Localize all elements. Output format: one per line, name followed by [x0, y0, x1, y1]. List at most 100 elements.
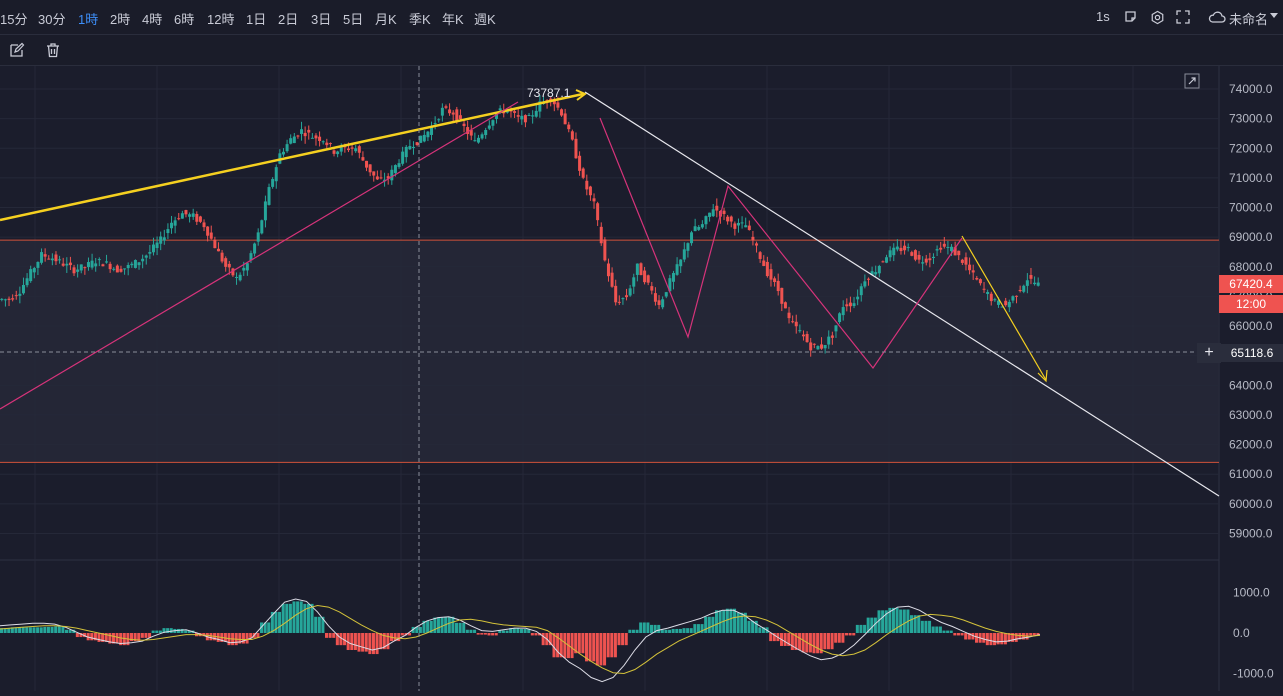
- macd-bar: [707, 616, 711, 633]
- candle-body: [83, 267, 87, 269]
- macd-bar: [881, 610, 885, 633]
- candle-body: [105, 261, 109, 263]
- candle-body: [303, 132, 307, 137]
- candle-body: [834, 325, 838, 332]
- candle-body: [455, 109, 459, 122]
- candle-body: [354, 148, 358, 152]
- macd-bar: [798, 633, 802, 651]
- candle-body: [957, 250, 961, 256]
- candle-body: [877, 265, 881, 274]
- timeframe-tab-9[interactable]: 3日: [311, 9, 331, 28]
- candle-body: [76, 269, 80, 272]
- candle-body: [397, 163, 401, 167]
- macd-bar: [989, 633, 993, 646]
- macd-bar: [920, 620, 924, 633]
- candle-body: [776, 280, 780, 292]
- candle-body: [700, 224, 704, 228]
- macd-bar: [834, 633, 838, 643]
- macd-bar: [624, 633, 628, 646]
- macd-bar: [964, 633, 968, 640]
- candle-body: [58, 259, 62, 261]
- candle-body: [170, 222, 174, 229]
- candle-body: [148, 251, 152, 254]
- price-chart[interactable]: 74000.0 73000.0 72000.0 71000.0 70000.0 69000…: [0, 66, 1283, 691]
- timeframe-tab-1[interactable]: 30分: [38, 9, 65, 28]
- macd-bar: [97, 633, 101, 642]
- price-tick-label: 72000.0: [1229, 141, 1273, 155]
- macd-bar: [184, 630, 188, 633]
- candle-body: [942, 243, 946, 247]
- candle-body: [621, 298, 625, 300]
- timeframe-tab-2[interactable]: 1時: [78, 9, 98, 28]
- fullscreen-icon[interactable]: [1174, 8, 1192, 26]
- interval-selector[interactable]: 1s: [1096, 9, 1110, 24]
- timeframe-tab-0[interactable]: 15分: [0, 9, 27, 28]
- screenshot-icon[interactable]: [1122, 8, 1140, 26]
- candle-body: [393, 165, 397, 174]
- candle-body: [704, 216, 708, 225]
- peak-price-label: 73787.1: [527, 86, 571, 100]
- macd-bar: [563, 633, 567, 659]
- timeframe-tab-6[interactable]: 12時: [207, 9, 234, 28]
- candle-body: [321, 141, 325, 143]
- candle-body: [917, 254, 921, 260]
- candle-body: [906, 247, 910, 249]
- macd-bar: [115, 633, 119, 644]
- macd-bar: [209, 633, 213, 641]
- candle-body: [513, 111, 517, 113]
- macd-bar: [155, 630, 159, 633]
- trash-icon[interactable]: [44, 41, 62, 59]
- timeframe-tab-10[interactable]: 5日: [343, 9, 363, 28]
- macd-bar: [711, 616, 715, 633]
- timeframe-tab-5[interactable]: 6時: [174, 9, 194, 28]
- chart-container[interactable]: 74000.0 73000.0 72000.0 71000.0 70000.0 69000…: [0, 66, 1283, 691]
- macd-bar: [494, 633, 498, 636]
- candle-body: [195, 213, 199, 222]
- candle-body: [794, 321, 798, 327]
- macd-bar: [541, 633, 545, 646]
- timeframe-tab-7[interactable]: 1日: [246, 9, 266, 28]
- gear-icon[interactable]: [1148, 8, 1166, 26]
- macd-bar: [808, 633, 812, 653]
- timeframe-tab-13[interactable]: 年K: [442, 9, 464, 28]
- macd-bar: [520, 628, 524, 633]
- edit-icon[interactable]: [8, 41, 26, 59]
- candle-body: [531, 115, 535, 117]
- candle-body: [54, 254, 58, 262]
- expand-icon[interactable]: [1183, 72, 1201, 90]
- candle-body: [866, 278, 870, 280]
- macd-bar: [899, 609, 903, 633]
- macd-bar: [689, 628, 693, 633]
- macd-bar: [733, 608, 737, 633]
- candle-body: [588, 186, 592, 196]
- timeframe-tab-14[interactable]: 週K: [474, 9, 496, 28]
- timeframe-tab-11[interactable]: 月K: [375, 9, 397, 28]
- candle-body: [664, 292, 668, 297]
- candle-body: [79, 264, 83, 271]
- candle-body: [830, 335, 834, 338]
- candle-body: [296, 135, 300, 137]
- layout-name[interactable]: 未命名: [1229, 9, 1268, 28]
- macd-bar: [631, 629, 635, 633]
- candle-body: [603, 239, 607, 261]
- macd-bar: [859, 624, 863, 633]
- candle-body: [986, 291, 990, 295]
- chevron-down-icon[interactable]: [1270, 13, 1278, 18]
- price-tick-label: 68000.0: [1229, 260, 1273, 274]
- candle-body: [159, 236, 163, 244]
- cloud-icon[interactable]: [1208, 8, 1226, 26]
- macd-bar: [140, 633, 144, 638]
- plus-icon[interactable]: +: [1197, 343, 1221, 363]
- candle-body: [913, 250, 917, 260]
- timeframe-tab-12[interactable]: 季K: [409, 9, 431, 28]
- candle-body: [408, 146, 412, 150]
- macd-bar: [90, 633, 94, 641]
- candle-body: [166, 229, 170, 234]
- candle-body: [422, 134, 426, 142]
- candle-body: [462, 123, 466, 127]
- timeframe-tab-4[interactable]: 4時: [142, 9, 162, 28]
- timeframe-tab-8[interactable]: 2日: [278, 9, 298, 28]
- macd-bar: [245, 633, 249, 644]
- timeframe-tab-3[interactable]: 2時: [110, 9, 130, 28]
- macd-bar: [361, 633, 365, 652]
